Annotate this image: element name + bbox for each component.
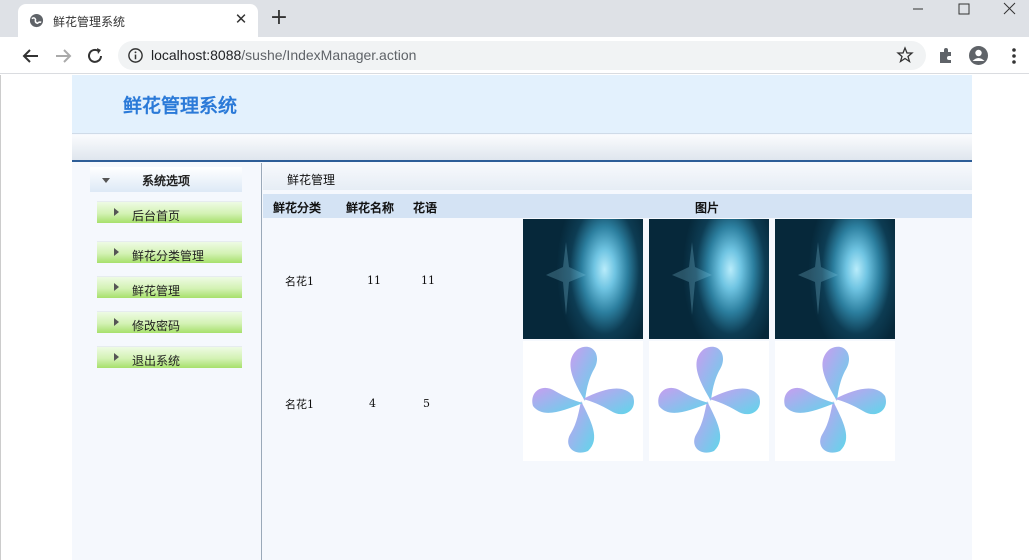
bullet-arrow-icon <box>114 283 119 291</box>
back-arrow-icon[interactable] <box>20 45 42 67</box>
reload-icon[interactable] <box>84 45 106 67</box>
bullet-arrow-icon <box>114 318 119 326</box>
content-title: 鲜花管理 <box>287 173 336 187</box>
sidebar-item-change-password[interactable]: 修改密码 <box>97 311 242 333</box>
pinwheel-image <box>649 341 769 461</box>
browser-toolbar: localhost:8088/sushe/IndexManager.action <box>0 37 1029 74</box>
info-icon[interactable] <box>127 47 144 64</box>
page-viewport: 鲜花管理系统 系统选项 后台首页 鲜花分类管理 鲜花管理 修改密码 退出系统 鲜… <box>0 75 1029 560</box>
sidebar-item-label: 鲜花分类管理 <box>132 249 205 263</box>
sidebar-heading-label: 系统选项 <box>142 174 191 188</box>
dark-abstract-image <box>775 219 895 339</box>
dark-abstract-image <box>649 219 769 339</box>
forward-arrow-icon[interactable] <box>52 45 74 67</box>
column-header-name: 鲜花名称 <box>346 201 395 215</box>
browser-tab-strip: 鲜花管理系统 ✕ + <box>0 0 1029 37</box>
sidebar-item-home[interactable]: 后台首页 <box>97 201 242 223</box>
bullet-arrow-icon <box>114 208 119 216</box>
sidebar-item-label: 鲜花管理 <box>132 284 181 298</box>
maximize-icon[interactable] <box>941 0 987 20</box>
pinwheel-image <box>523 341 643 461</box>
header-subbar <box>72 135 972 162</box>
address-bar[interactable]: localhost:8088/sushe/IndexManager.action <box>118 41 926 70</box>
column-header-category: 鲜花分类 <box>273 201 322 215</box>
table-header: 鲜花分类 鲜花名称 花语 图片 <box>263 194 972 218</box>
tab-title: 鲜花管理系统 <box>53 15 126 29</box>
url-path: /sushe/IndexManager.action <box>241 47 417 63</box>
sidebar-item-category-management[interactable]: 鲜花分类管理 <box>97 241 242 263</box>
cell-name: 4 <box>369 397 376 410</box>
sidebar-heading[interactable]: 系统选项 <box>90 167 242 192</box>
browser-tab[interactable]: 鲜花管理系统 ✕ <box>18 4 258 37</box>
cell-name: 11 <box>367 274 381 287</box>
cell-category: 名花1 <box>285 398 314 411</box>
content-title-bar: 鲜花管理 <box>263 163 972 190</box>
bullet-arrow-icon <box>114 248 119 256</box>
bookmark-star-icon[interactable] <box>896 46 914 64</box>
more-menu-icon[interactable] <box>1005 46 1023 66</box>
dark-abstract-image <box>523 219 643 339</box>
globe-icon <box>29 13 44 28</box>
column-header-image: 图片 <box>695 201 720 215</box>
cell-flower-language: 5 <box>423 397 430 410</box>
profile-avatar-icon[interactable] <box>968 45 989 66</box>
extensions-icon[interactable] <box>936 45 956 65</box>
minimize-icon[interactable] <box>895 0 941 20</box>
new-tab-icon[interactable]: + <box>268 7 290 30</box>
url-host: localhost:8088 <box>151 47 242 63</box>
sidebar-item-label: 后台首页 <box>132 209 181 223</box>
bullet-arrow-icon <box>114 353 119 361</box>
cell-flower-language: 11 <box>421 274 435 287</box>
page-container: 鲜花管理系统 系统选项 后台首页 鲜花分类管理 鲜花管理 修改密码 退出系统 鲜… <box>72 75 972 560</box>
collapse-arrow-icon <box>102 178 110 183</box>
sidebar-item-flower-management[interactable]: 鲜花管理 <box>97 276 242 298</box>
window-close-icon[interactable] <box>987 0 1029 20</box>
cell-category: 名花1 <box>285 275 314 288</box>
main-content: 鲜花管理 鲜花分类 鲜花名称 花语 图片 名花1 11 11 名花1 4 5 <box>263 163 972 560</box>
site-header: 鲜花管理系统 <box>72 75 972 134</box>
tab-close-icon[interactable]: ✕ <box>233 11 249 27</box>
sidebar-item-label: 修改密码 <box>132 319 181 333</box>
pinwheel-image <box>775 341 895 461</box>
sidebar-item-label: 退出系统 <box>132 354 181 368</box>
sidebar-item-logout[interactable]: 退出系统 <box>97 346 242 368</box>
column-header-flower-language: 花语 <box>413 201 438 215</box>
url-text: localhost:8088/sushe/IndexManager.action <box>151 47 416 63</box>
site-title: 鲜花管理系统 <box>123 95 238 117</box>
sidebar: 系统选项 后台首页 鲜花分类管理 鲜花管理 修改密码 退出系统 <box>72 163 262 560</box>
